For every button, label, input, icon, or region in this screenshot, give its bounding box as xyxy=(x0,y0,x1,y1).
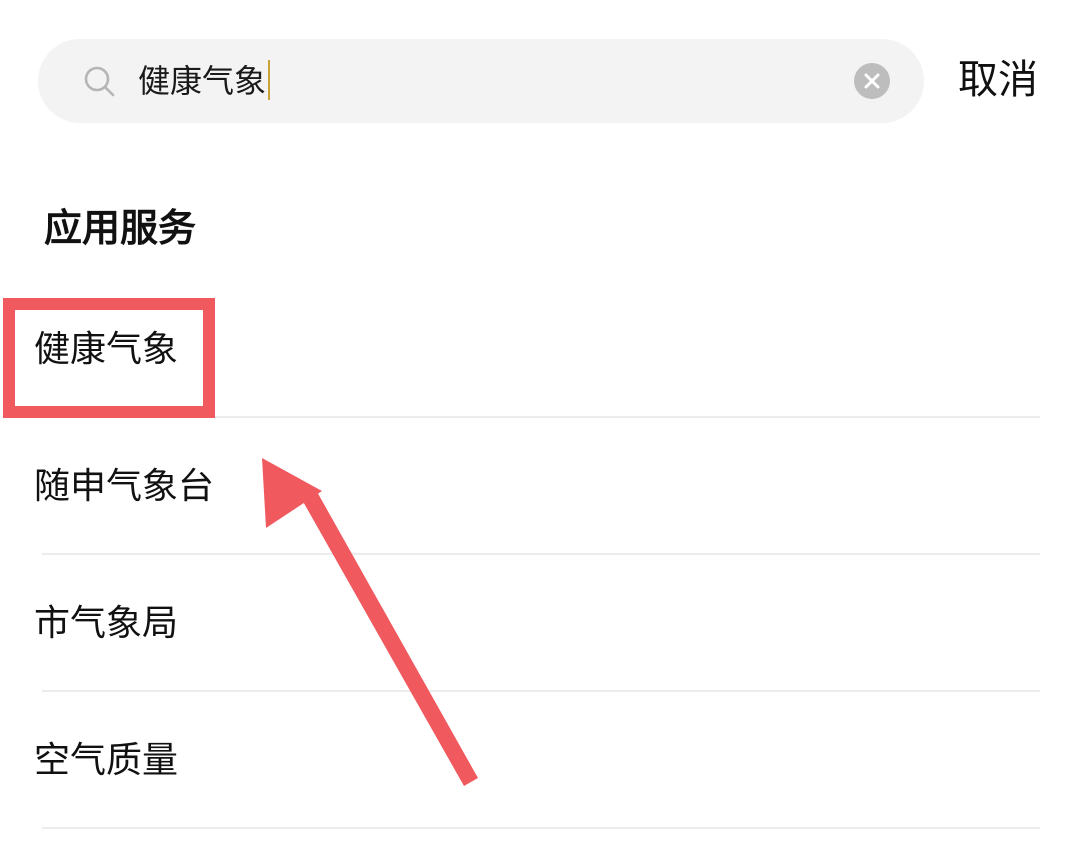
result-item-weather-bureau[interactable]: 市气象局 xyxy=(0,555,1080,692)
result-item-air-quality[interactable]: 空气质量 xyxy=(0,692,1080,829)
section-title: 应用服务 xyxy=(44,206,197,250)
cancel-button[interactable]: 取消 xyxy=(958,54,1038,106)
result-item-health-weather[interactable]: 健康气象 xyxy=(0,281,1080,418)
result-item-label: 市气象局 xyxy=(34,603,179,644)
result-item-label: 健康气象 xyxy=(34,329,179,370)
result-item-label: 随申气象台 xyxy=(34,466,215,507)
clear-icon[interactable] xyxy=(853,62,891,100)
search-query-text: 健康气象 xyxy=(138,62,267,100)
text-caret xyxy=(268,60,271,100)
search-input[interactable]: 健康气象 xyxy=(138,59,271,103)
result-item-label: 空气质量 xyxy=(34,740,179,781)
search-icon xyxy=(84,66,115,97)
divider xyxy=(42,827,1040,829)
search-bar[interactable]: 健康气象 xyxy=(38,39,924,123)
result-list: 健康气象 随申气象台 市气象局 空气质量 xyxy=(0,281,1080,829)
result-item-weather-station[interactable]: 随申气象台 xyxy=(0,418,1080,555)
